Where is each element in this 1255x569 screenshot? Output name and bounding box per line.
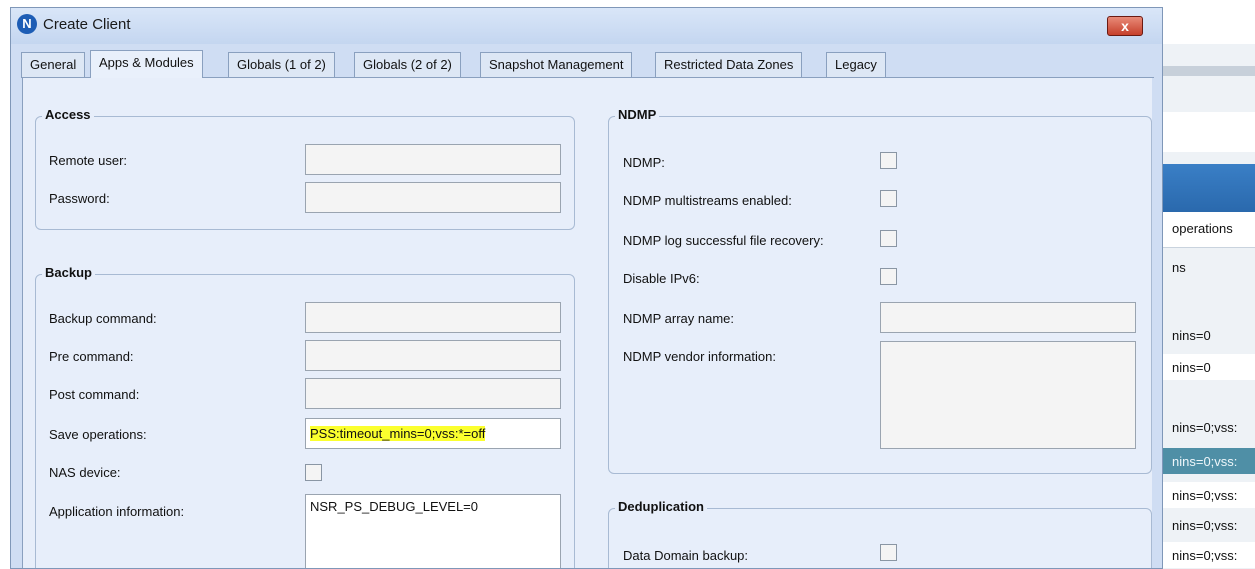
ndmp-vendor-info-label: NDMP vendor information:	[623, 349, 776, 364]
application-information-textarea[interactable]: NSR_PS_DEBUG_LEVEL=0	[305, 494, 561, 568]
bg-header-bar	[1158, 164, 1255, 212]
post-command-input[interactable]	[305, 378, 561, 409]
application-information-label: Application information:	[49, 504, 185, 519]
backup-command-label: Backup command:	[49, 311, 157, 326]
tab-restricted-data-zones[interactable]: Restricted Data Zones	[655, 52, 803, 78]
table-row-selected[interactable]: nins=0;vss:	[1158, 448, 1255, 474]
ndmp-multistreams-label: NDMP multistreams enabled:	[623, 193, 792, 208]
bg-operations-label: operations	[1172, 221, 1233, 236]
ndmp-log-recovery-checkbox[interactable]	[880, 230, 897, 247]
tab-apps-modules[interactable]: Apps & Modules	[90, 50, 203, 78]
remote-user-label: Remote user:	[49, 153, 128, 168]
tab-legacy[interactable]: Legacy	[826, 52, 886, 78]
background-window: operations ns nins=0 nins=0 nins=0;vss: …	[1158, 0, 1255, 569]
data-domain-backup-checkbox[interactable]	[880, 544, 897, 561]
title-bar[interactable]: N Create Client x	[11, 8, 1162, 44]
disable-ipv6-label: Disable IPv6:	[623, 271, 700, 286]
bg-toolbar	[1158, 0, 1255, 44]
ndmp-log-recovery-label: NDMP log successful file recovery:	[623, 233, 824, 248]
table-row[interactable]: nins=0	[1158, 354, 1255, 380]
backup-group-title: Backup	[42, 265, 95, 280]
networker-logo-icon: N	[17, 14, 37, 34]
tab-general[interactable]: General	[21, 52, 86, 78]
bg-panel	[1158, 112, 1255, 152]
ndmp-array-name-input[interactable]	[880, 302, 1136, 333]
disable-ipv6-checkbox[interactable]	[880, 268, 897, 285]
remote-user-input[interactable]	[305, 144, 561, 175]
save-operations-input[interactable]: PSS:timeout_mins=0;vss:*=off	[305, 418, 561, 449]
create-client-dialog: N Create Client x General Apps & Modules…	[10, 7, 1163, 569]
ndmp-vendor-info-textarea[interactable]	[880, 341, 1136, 449]
dialog-title: Create Client	[43, 16, 131, 33]
table-row[interactable]: nins=0	[1158, 322, 1255, 348]
pre-command-input[interactable]	[305, 340, 561, 371]
tab-snapshot-management[interactable]: Snapshot Management	[480, 52, 633, 78]
data-domain-backup-label: Data Domain backup:	[623, 548, 749, 563]
ndmp-label: NDMP:	[623, 155, 665, 170]
access-group-title: Access	[42, 107, 94, 122]
table-row[interactable]: nins=0;vss:	[1158, 542, 1255, 568]
ndmp-checkbox[interactable]	[880, 152, 897, 169]
apps-modules-panel: Access Remote user: Password: Backup Bac…	[22, 78, 1152, 568]
ndmp-multistreams-checkbox[interactable]	[880, 190, 897, 207]
tab-globals-2[interactable]: Globals (2 of 2)	[354, 52, 461, 78]
nas-device-checkbox[interactable]	[305, 464, 322, 481]
deduplication-group-title: Deduplication	[615, 499, 707, 514]
bg-column-header: ns	[1158, 256, 1255, 280]
table-row[interactable]: nins=0;vss:	[1158, 512, 1255, 538]
close-button[interactable]: x	[1107, 16, 1143, 36]
bg-tab-row: operations	[1158, 212, 1255, 248]
password-label: Password:	[49, 191, 110, 206]
table-row[interactable]: nins=0;vss:	[1158, 482, 1255, 508]
tab-globals-1[interactable]: Globals (1 of 2)	[228, 52, 335, 78]
password-input[interactable]	[305, 182, 561, 213]
backup-command-input[interactable]	[305, 302, 561, 333]
post-command-label: Post command:	[49, 387, 140, 402]
bg-ns-label: ns	[1172, 260, 1186, 275]
nas-device-label: NAS device:	[49, 465, 121, 480]
bg-divider	[1158, 66, 1255, 76]
pre-command-label: Pre command:	[49, 349, 134, 364]
save-operations-value: PSS:timeout_mins=0;vss:*=off	[310, 426, 486, 441]
table-row[interactable]: nins=0;vss:	[1158, 414, 1255, 440]
save-operations-label: Save operations:	[49, 427, 147, 442]
ndmp-group-title: NDMP	[615, 107, 660, 122]
ndmp-array-name-label: NDMP array name:	[623, 311, 735, 326]
